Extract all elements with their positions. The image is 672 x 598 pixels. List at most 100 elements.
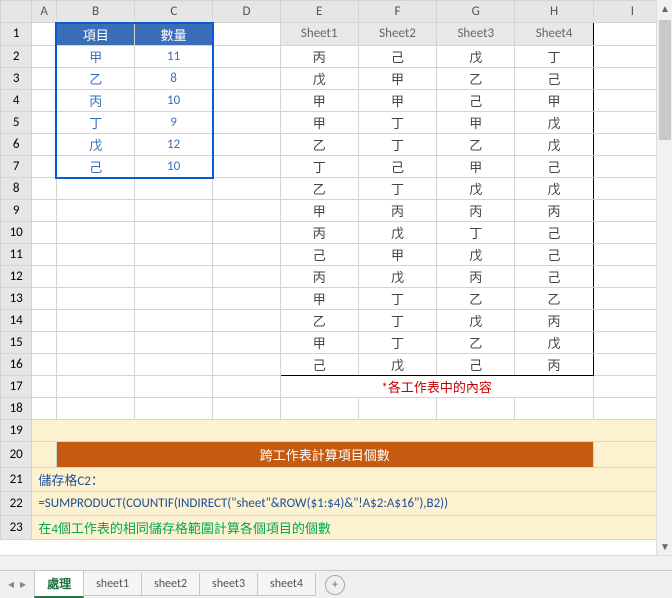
cell[interactable]: 戊: [515, 111, 593, 133]
cell[interactable]: 甲: [280, 200, 358, 222]
cell[interactable]: [32, 266, 57, 288]
col-header-B[interactable]: B: [56, 1, 134, 23]
cell[interactable]: 甲: [280, 288, 358, 310]
cell[interactable]: 丙: [280, 222, 358, 244]
col-header-G[interactable]: G: [437, 1, 515, 23]
cell[interactable]: 己: [358, 155, 436, 178]
cell[interactable]: 甲: [437, 155, 515, 178]
cell[interactable]: 甲: [56, 45, 134, 67]
cell[interactable]: 乙: [437, 332, 515, 354]
cell[interactable]: 8: [135, 67, 213, 89]
cell[interactable]: [213, 288, 280, 310]
cell[interactable]: [56, 332, 134, 354]
cell[interactable]: 戊: [437, 244, 515, 266]
row-header[interactable]: 11: [1, 244, 32, 266]
cell[interactable]: [213, 133, 280, 155]
row-header[interactable]: 7: [1, 155, 32, 178]
cell[interactable]: 甲: [358, 244, 436, 266]
cell[interactable]: 數量: [135, 23, 213, 46]
cell[interactable]: [213, 332, 280, 354]
cell[interactable]: 甲: [280, 111, 358, 133]
cell[interactable]: Sheet4: [515, 23, 593, 46]
cell[interactable]: 丙: [56, 89, 134, 111]
scroll-up-icon[interactable]: ▲: [660, 2, 670, 15]
cell[interactable]: 丙: [280, 45, 358, 67]
sheet-tab[interactable]: sheet2: [141, 573, 200, 596]
cell[interactable]: 戊: [437, 178, 515, 200]
cell[interactable]: 己: [280, 244, 358, 266]
cell[interactable]: 丙: [280, 266, 358, 288]
cell[interactable]: 丙: [515, 354, 593, 376]
cell[interactable]: [135, 222, 213, 244]
cell[interactable]: 丁: [358, 178, 436, 200]
row-header[interactable]: 12: [1, 266, 32, 288]
cell[interactable]: [56, 222, 134, 244]
cell[interactable]: 丁: [515, 45, 593, 67]
sheet-tab-active[interactable]: 處理: [34, 571, 84, 598]
cell[interactable]: [213, 23, 280, 46]
cell[interactable]: 甲: [358, 89, 436, 111]
tab-nav-next-icon[interactable]: ▸: [20, 577, 26, 592]
sheet-tab[interactable]: sheet3: [199, 573, 258, 596]
cell[interactable]: 乙: [437, 133, 515, 155]
row-header[interactable]: 4: [1, 89, 32, 111]
row-header[interactable]: 6: [1, 133, 32, 155]
cell[interactable]: 甲: [280, 89, 358, 111]
cell[interactable]: 戊: [358, 354, 436, 376]
cell[interactable]: [213, 89, 280, 111]
cell[interactable]: [213, 266, 280, 288]
cell[interactable]: [213, 155, 280, 178]
cell[interactable]: [56, 200, 134, 222]
cell[interactable]: 乙: [437, 67, 515, 89]
cell[interactable]: [213, 354, 280, 376]
cell[interactable]: 戊: [515, 178, 593, 200]
col-header-A[interactable]: A: [32, 1, 57, 23]
cell[interactable]: 丁: [358, 133, 436, 155]
cell[interactable]: [32, 89, 57, 111]
cell[interactable]: 乙: [280, 310, 358, 332]
col-header-D[interactable]: D: [213, 1, 280, 23]
cell[interactable]: [135, 332, 213, 354]
cell[interactable]: [32, 244, 57, 266]
cell[interactable]: [213, 200, 280, 222]
cell[interactable]: [135, 376, 213, 398]
corner-cell[interactable]: [1, 1, 32, 23]
cell[interactable]: 丙: [515, 310, 593, 332]
cell[interactable]: 丁: [358, 111, 436, 133]
row-header[interactable]: 8: [1, 178, 32, 200]
row-header[interactable]: 10: [1, 222, 32, 244]
cell[interactable]: [32, 45, 57, 67]
cell[interactable]: [213, 67, 280, 89]
cell[interactable]: 甲: [437, 111, 515, 133]
cell[interactable]: 戊: [437, 45, 515, 67]
scrollbar-horizontal[interactable]: [0, 555, 672, 570]
cell[interactable]: Sheet2: [358, 23, 436, 46]
cell[interactable]: [32, 354, 57, 376]
cell[interactable]: 己: [280, 354, 358, 376]
cell[interactable]: [135, 398, 213, 420]
cell[interactable]: 戊: [358, 266, 436, 288]
row-header[interactable]: 20: [1, 442, 32, 468]
cell[interactable]: [32, 288, 57, 310]
cell[interactable]: 己: [515, 244, 593, 266]
cell[interactable]: [32, 310, 57, 332]
cell[interactable]: [32, 67, 57, 89]
cell[interactable]: 11: [135, 45, 213, 67]
cell[interactable]: 戊: [358, 222, 436, 244]
cell[interactable]: 丁: [358, 310, 436, 332]
scrollbar-vertical[interactable]: ▲ ▼: [656, 0, 672, 555]
cell[interactable]: [56, 178, 134, 200]
cell[interactable]: [135, 244, 213, 266]
cell[interactable]: [32, 200, 57, 222]
spreadsheet-grid[interactable]: A B C D E F G H I 1 項目 數量 Sheet1 Sheet2 …: [0, 0, 672, 540]
cell[interactable]: [32, 178, 57, 200]
row-header[interactable]: 14: [1, 310, 32, 332]
cell[interactable]: Sheet1: [280, 23, 358, 46]
cell[interactable]: [32, 332, 57, 354]
add-sheet-icon[interactable]: +: [325, 575, 345, 595]
row-header[interactable]: 16: [1, 354, 32, 376]
cell[interactable]: 甲: [515, 89, 593, 111]
row-header[interactable]: 15: [1, 332, 32, 354]
tab-nav-prev-icon[interactable]: ◂: [8, 577, 14, 592]
row-header[interactable]: 1: [1, 23, 32, 46]
